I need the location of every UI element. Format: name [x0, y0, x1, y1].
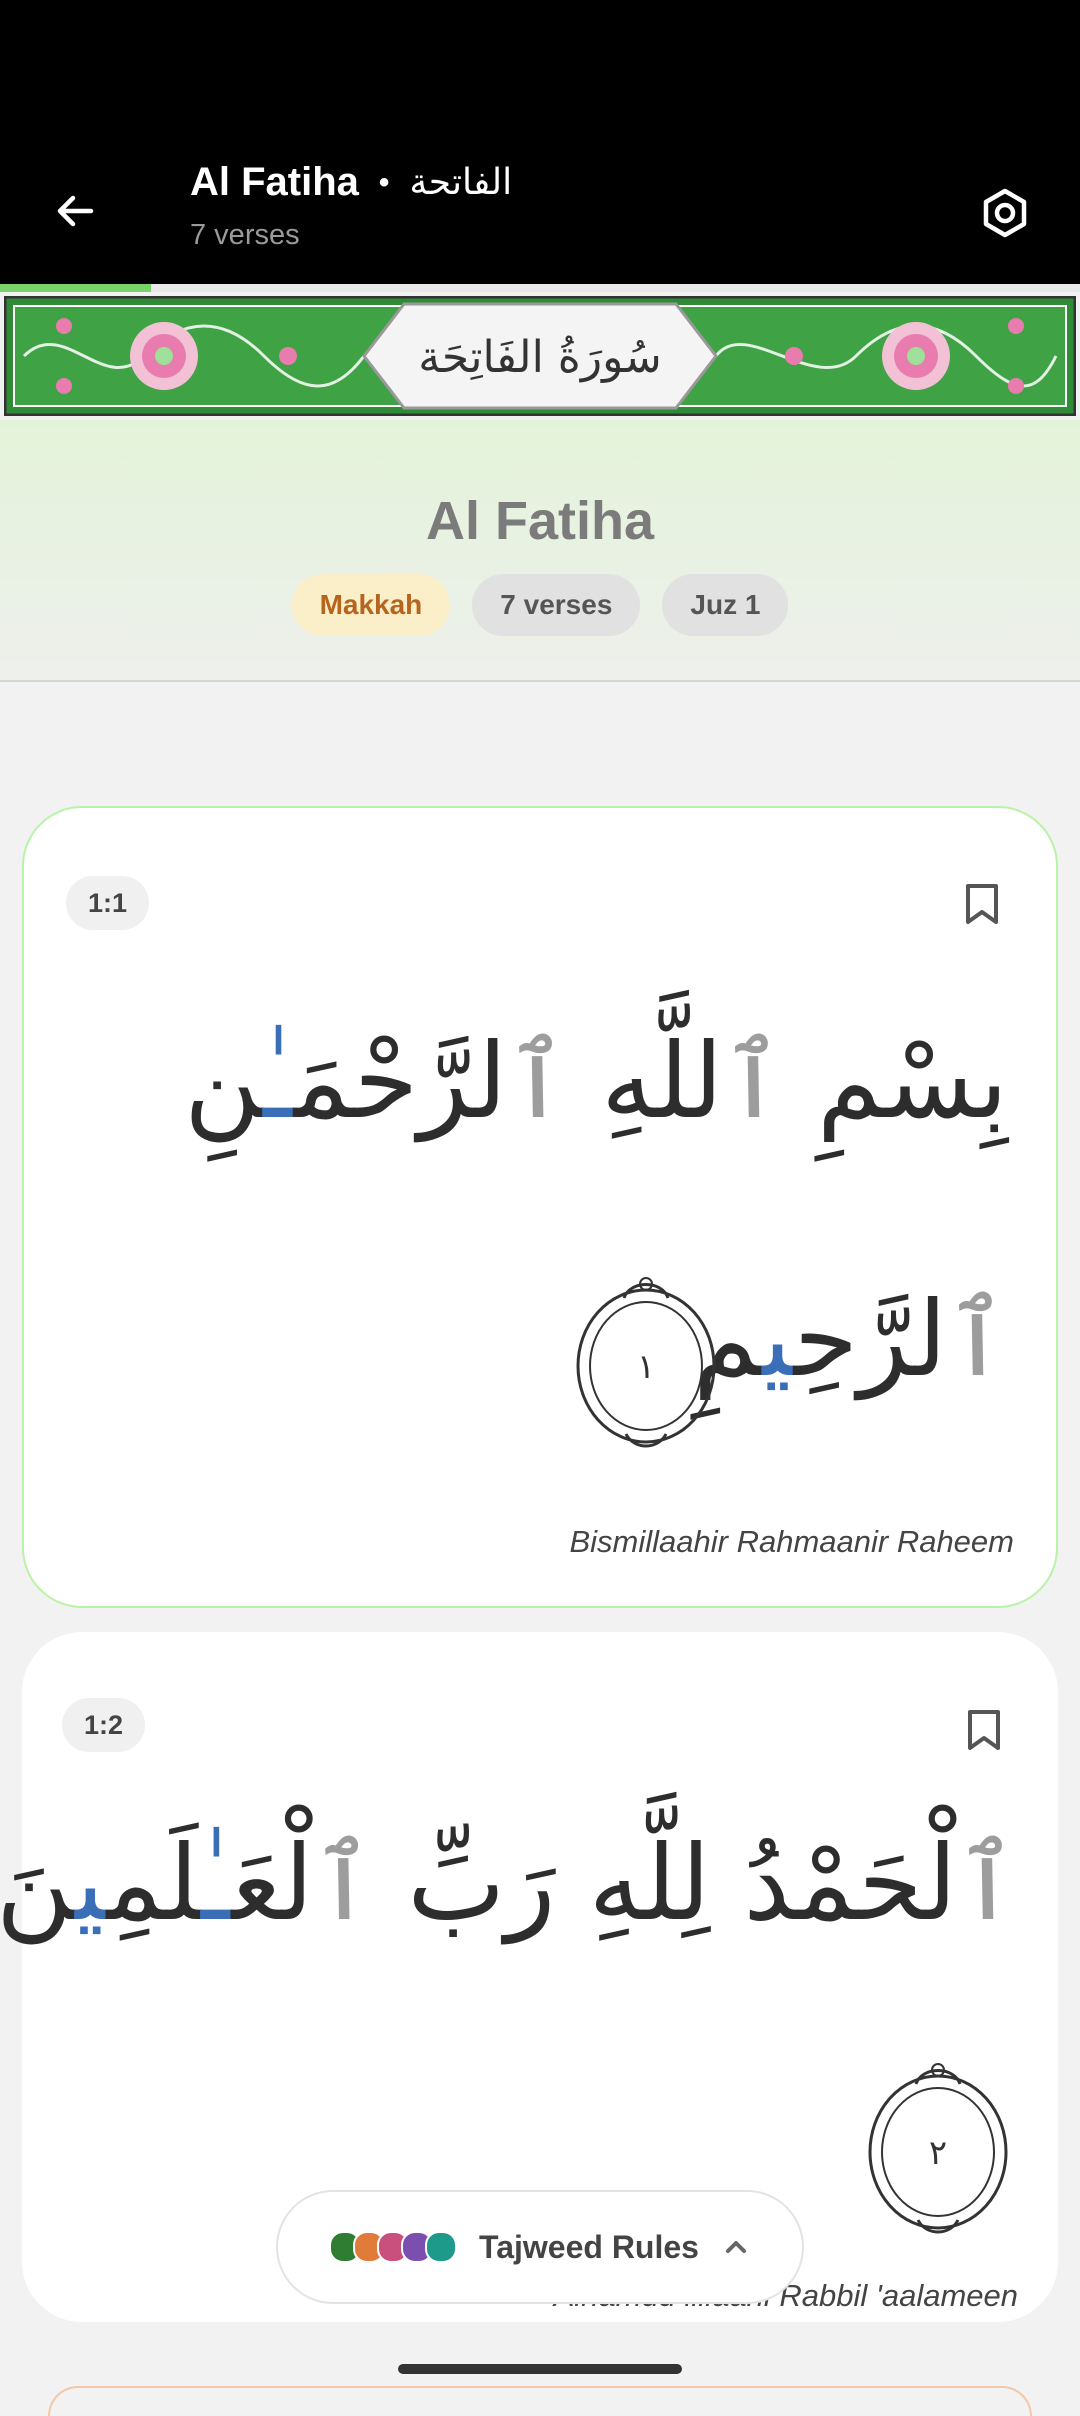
ayah-end-marker: ٢ — [868, 2063, 1008, 2234]
verse-arabic-line: ٱلرَّحِيمِ — [693, 1278, 1008, 1400]
hexagon-settings-icon — [983, 188, 1027, 238]
bookmark-icon[interactable] — [962, 882, 1002, 926]
tajweed-color-dots — [329, 2231, 458, 2263]
surah-banner: سُورَةُ الفَاتِحَة — [4, 296, 1076, 416]
status-bar — [0, 0, 1080, 130]
surah-info-header: Al Fatiha Makkah 7 verses Juz 1 — [0, 420, 1080, 682]
home-indicator[interactable] — [398, 2364, 682, 2374]
ayah-number: ١ — [637, 1347, 655, 1387]
verse-arabic-line: ٱلْحَمْدُ لِلَّهِ رَبِّ ٱلْعَـٰلَمِينَ — [0, 1822, 1018, 1944]
surah-name: Al Fatiha — [425, 491, 655, 551]
verse-count: 7 verses — [190, 219, 300, 251]
chevron-up-icon — [725, 2241, 746, 2253]
bookmark-icon[interactable] — [964, 1708, 1004, 1752]
verse-card[interactable]: 1:1 بِسْمِ ٱللَّهِ ٱلرَّحْمَـٰنِ ٱلرَّحِ… — [22, 806, 1058, 1608]
verses-chip: 7 verses — [472, 574, 641, 636]
reading-progress-bar — [0, 284, 1080, 292]
title-separator: • — [378, 165, 390, 199]
tajweed-color-dot — [425, 2231, 458, 2263]
ayah-number: ٢ — [929, 2133, 947, 2173]
settings-button[interactable] — [970, 178, 1040, 248]
reading-progress-fill — [0, 284, 152, 292]
verse-key-badge: 1:2 — [62, 1698, 146, 1752]
top-app-bar: Al Fatiha • الفاتحة 7 verses — [0, 130, 1080, 290]
banner-calligraphy: سُورَةُ الفَاتِحَة — [418, 332, 661, 383]
surah-title-block: Al Fatiha • الفاتحة 7 verses — [190, 160, 512, 252]
tajweed-rules-button[interactable]: Tajweed Rules — [276, 2190, 804, 2304]
juz-chip[interactable]: Juz 1 — [662, 574, 789, 636]
revelation-place-chip: Makkah — [291, 574, 451, 636]
surah-title-arabic: الفاتحة — [409, 162, 513, 203]
verse-arabic-line: بِسْمِ ٱللَّهِ ٱلرَّحْمَـٰنِ — [184, 1020, 1008, 1142]
arrow-left-icon — [57, 195, 94, 227]
verse-key-badge: 1:1 — [66, 876, 150, 930]
back-button[interactable] — [40, 176, 110, 246]
verse-transliteration: Bismillaahir Rahmaanir Raheem — [569, 1524, 1014, 1559]
ayah-end-marker: ١ — [576, 1277, 716, 1448]
surah-title: Al Fatiha — [190, 160, 359, 204]
next-verse-card-edge — [48, 2386, 1032, 2416]
tajweed-rules-label: Tajweed Rules — [479, 2228, 699, 2265]
